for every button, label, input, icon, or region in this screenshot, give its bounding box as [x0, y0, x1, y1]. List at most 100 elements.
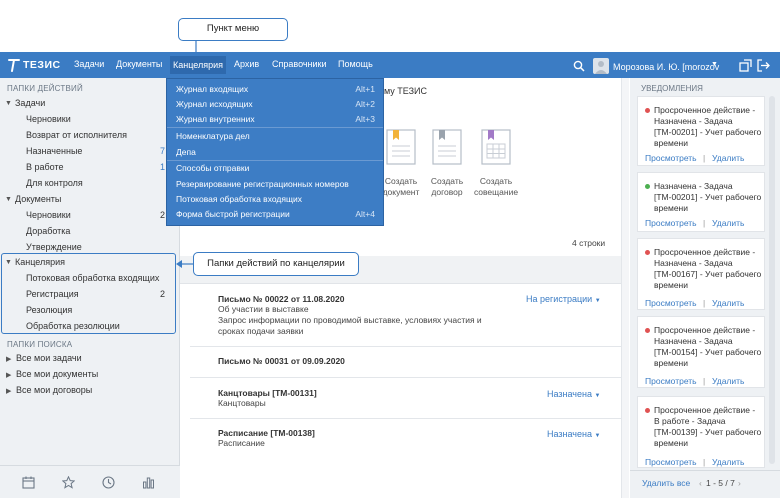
- star-icon[interactable]: [62, 476, 75, 489]
- sidebar-item-docs-approval[interactable]: Утверждение: [26, 242, 82, 252]
- status-dot: [645, 328, 650, 333]
- sidebar-item-tasks-assigned[interactable]: Назначенные: [26, 146, 82, 156]
- clock-icon[interactable]: [102, 476, 115, 489]
- delete-link[interactable]: Удалить: [712, 298, 744, 308]
- status-text: Назначена: [547, 429, 592, 439]
- logout-icon[interactable]: [757, 59, 770, 72]
- meeting-icon: [481, 129, 511, 165]
- status-dropdown[interactable]: На регистрации ▼: [526, 294, 601, 304]
- divider: [190, 346, 621, 347]
- docs-drafts-count: 2: [160, 210, 166, 220]
- delete-link[interactable]: Удалить: [712, 153, 744, 163]
- doc-line: Канцтовары: [218, 398, 266, 408]
- expand-tasks-icon[interactable]: ▼: [5, 100, 12, 107]
- list-item[interactable]: Письмо № 00031 от 09.09.2020: [218, 356, 618, 366]
- expand-documents-icon[interactable]: ▼: [5, 196, 12, 203]
- doc-line: Об участии в выставке: [218, 304, 309, 314]
- sidebar-item-tasks-in-progress[interactable]: В работе: [26, 162, 64, 172]
- nav-help[interactable]: Помощь: [338, 59, 373, 69]
- pager-next-icon[interactable]: ›: [738, 478, 741, 488]
- link-separator: |: [703, 298, 706, 308]
- link-separator: |: [703, 218, 706, 228]
- delete-link[interactable]: Удалить: [712, 457, 744, 467]
- sidebar-item-my-contracts[interactable]: Все мои договоры: [16, 385, 92, 395]
- expand-my-tasks-icon[interactable]: ▶: [6, 355, 11, 363]
- create-contract-label: Создать договор: [430, 176, 464, 197]
- row-count: 4 строки: [572, 238, 606, 248]
- menu-item-outgoing-journal[interactable]: Журнал исходящих: [176, 99, 253, 109]
- tasks-assigned-count: 7: [160, 146, 166, 156]
- menu-item-send-methods[interactable]: Способы отправки: [176, 163, 249, 173]
- avatar[interactable]: [593, 58, 609, 74]
- expand-office-icon[interactable]: ▼: [5, 259, 12, 266]
- chevron-down-icon[interactable]: ▼: [711, 61, 718, 68]
- menu-shortcut: Alt+1: [355, 84, 375, 94]
- search-icon[interactable]: [573, 60, 585, 72]
- office-registration-count: 2: [160, 289, 166, 299]
- nav-documents[interactable]: Документы: [116, 59, 162, 69]
- notifications-scrollbar[interactable]: [769, 96, 775, 464]
- office-dropdown-menu: Журнал входящих Alt+1 Журнал исходящих A…: [166, 78, 384, 226]
- menu-item-internal-journal[interactable]: Журнал внутренних: [176, 114, 255, 124]
- view-link[interactable]: Просмотреть: [645, 457, 697, 467]
- status-dropdown[interactable]: Назначена ▼: [547, 429, 600, 439]
- tasks-in-progress-count: 1: [160, 162, 166, 172]
- sidebar-item-office[interactable]: Канцелярия: [15, 257, 65, 267]
- sidebar-item-tasks-drafts[interactable]: Черновики: [26, 114, 71, 124]
- sidebar-item-my-tasks[interactable]: Все мои задачи: [16, 353, 82, 363]
- pager-prev-icon[interactable]: ‹: [699, 478, 702, 488]
- chevron-down-icon: ▼: [594, 393, 601, 399]
- status-text: На регистрации: [526, 294, 593, 304]
- nav-directories[interactable]: Справочники: [272, 59, 327, 69]
- username[interactable]: Морозова И. Ю. [morozov: [613, 62, 719, 72]
- document-icon: [386, 129, 416, 165]
- sidebar-item-office-resolution[interactable]: Резолюция: [26, 305, 72, 315]
- doc-title[interactable]: Письмо № 00031 от 09.09.2020: [218, 356, 618, 366]
- sidebar-item-office-registration[interactable]: Регистрация: [26, 289, 79, 299]
- app-logo[interactable]: ТЕЗИС: [8, 57, 61, 73]
- menu-item-nomenclature[interactable]: Номенклатура дел: [176, 131, 250, 141]
- sidebar-item-tasks[interactable]: Задачи: [15, 98, 45, 108]
- status-dropdown[interactable]: Назначена ▼: [547, 389, 600, 399]
- view-link[interactable]: Просмотреть: [645, 218, 697, 228]
- sidebar-item-docs-drafts[interactable]: Черновики: [26, 210, 71, 220]
- sidebar-item-tasks-returned[interactable]: Возврат от исполнителя: [26, 130, 127, 140]
- search-folders-title: ПАПКИ ПОИСКА: [7, 340, 73, 349]
- view-link[interactable]: Просмотреть: [645, 153, 697, 163]
- delete-link[interactable]: Удалить: [712, 376, 744, 386]
- create-contract-tile[interactable]: Создать договор: [421, 128, 473, 200]
- main-scrollbar[interactable]: [621, 78, 629, 498]
- nav-office[interactable]: Канцелярия: [170, 56, 227, 74]
- expand-my-contracts-icon[interactable]: ▶: [6, 387, 11, 395]
- delete-link[interactable]: Удалить: [712, 218, 744, 228]
- doc-line: сроках подачи заявки: [218, 326, 304, 336]
- view-link[interactable]: Просмотреть: [645, 376, 697, 386]
- menu-item-incoming-journal[interactable]: Журнал входящих: [176, 84, 248, 94]
- nav-archive[interactable]: Архив: [234, 59, 259, 69]
- status-dot: [645, 250, 650, 255]
- nav-tasks[interactable]: Задачи: [74, 59, 104, 69]
- menu-item-depa[interactable]: Депа: [176, 147, 196, 157]
- sidebar-item-tasks-control[interactable]: Для контроля: [26, 178, 83, 188]
- sidebar-item-office-stream[interactable]: Потоковая обработка входящих: [26, 273, 159, 283]
- notification-text: Просроченное действие - В работе - Задач…: [654, 405, 762, 448]
- sidebar-item-docs-revision[interactable]: Доработка: [26, 226, 70, 236]
- menu-item-reserve-numbers[interactable]: Резервирование регистрационных номеров: [176, 179, 349, 189]
- menu-item-stream-incoming[interactable]: Потоковая обработка входящих: [176, 194, 302, 204]
- view-link[interactable]: Просмотреть: [645, 298, 697, 308]
- sidebar-item-office-resolution-processing[interactable]: Обработка резолюции: [26, 321, 120, 331]
- page-title: му ТЕЗИС: [384, 86, 427, 96]
- delete-all-link[interactable]: Удалить все: [642, 478, 690, 488]
- expand-my-docs-icon[interactable]: ▶: [6, 371, 11, 379]
- callout-office-folders: Папки действий по канцелярии: [193, 252, 359, 276]
- sidebar-item-documents[interactable]: Документы: [15, 194, 61, 204]
- chart-icon[interactable]: [142, 476, 155, 489]
- menu-item-quick-registration[interactable]: Форма быстрой регистрации: [176, 209, 290, 219]
- notification-text: Просроченное действие - Назначена - Зада…: [654, 325, 762, 368]
- logo-text: ТЕЗИС: [23, 59, 61, 71]
- new-window-icon[interactable]: [739, 59, 752, 72]
- sidebar-item-my-documents[interactable]: Все мои документы: [16, 369, 98, 379]
- menu-shortcut: Alt+3: [355, 114, 375, 124]
- calendar-icon[interactable]: [22, 476, 35, 489]
- create-meeting-tile[interactable]: Создать совещание: [470, 128, 522, 200]
